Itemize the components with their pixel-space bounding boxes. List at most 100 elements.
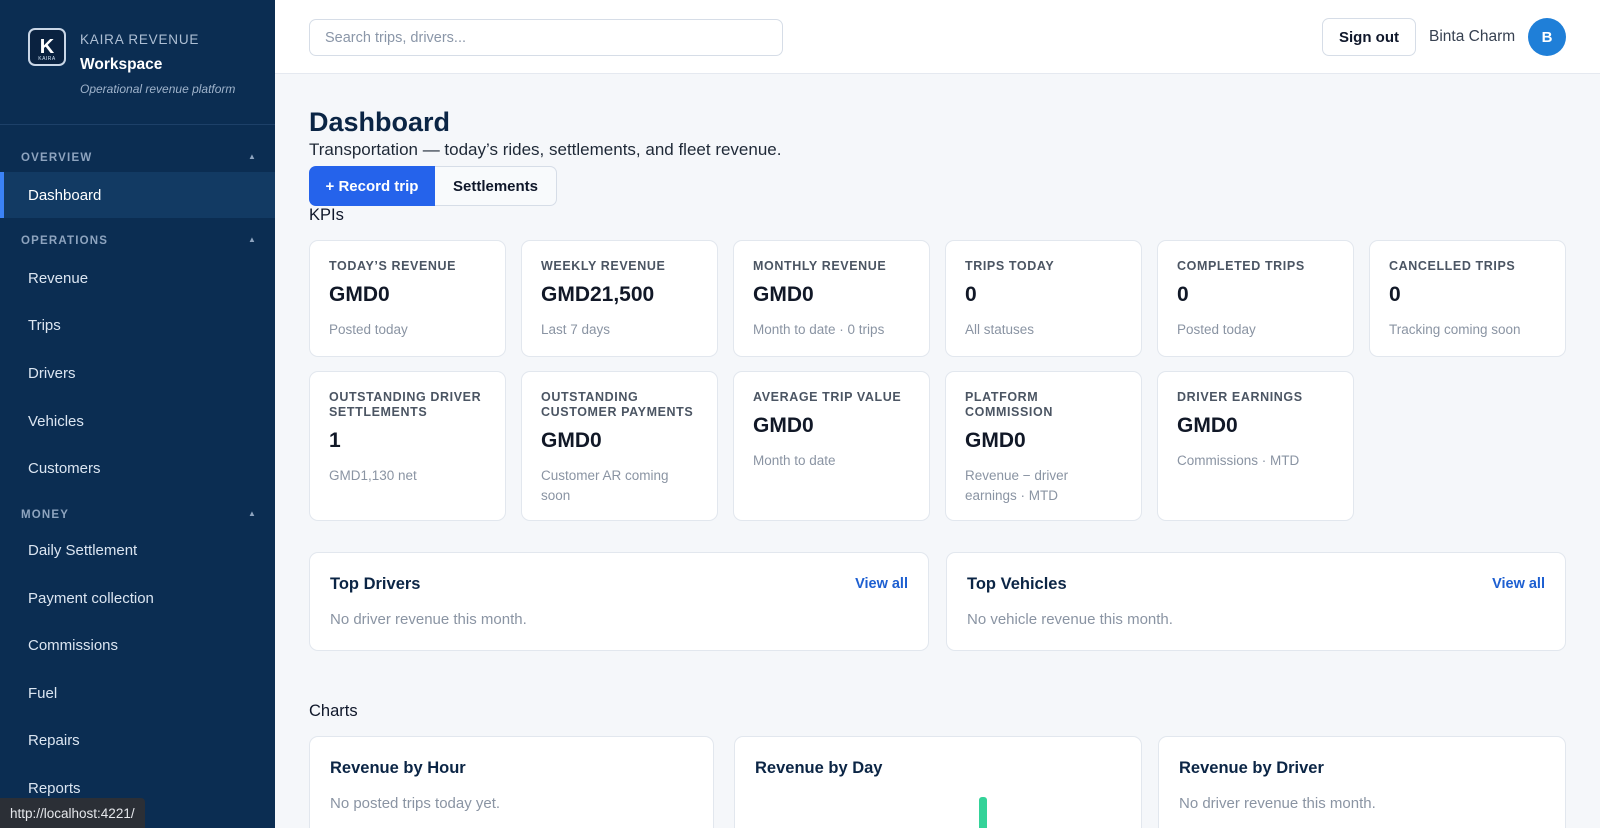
nav-section-overview[interactable]: OVERVIEW	[21, 152, 92, 164]
kpi-card-todays-revenue[interactable]: TODAY’S REVENUE GMD0 Posted today	[309, 240, 506, 357]
kpi-subtext: Month to date · 0 trips	[753, 322, 885, 337]
sidebar-item-label: Trips	[28, 316, 61, 334]
kpi-label: TRIPS TODAY	[965, 259, 1055, 273]
sidebar-item-trips[interactable]: Trips	[0, 302, 275, 348]
kpi-subtext: GMD1,130 net	[329, 468, 417, 483]
kpi-label: DRIVER EARNINGS	[1177, 390, 1303, 404]
sidebar-item-drivers[interactable]: Drivers	[0, 350, 275, 396]
sidebar-item-commissions[interactable]: Commissions	[0, 622, 275, 668]
top-bar: Sign out Binta Charm B	[275, 0, 1600, 74]
avatar[interactable]: B	[1528, 18, 1566, 56]
settlements-button[interactable]: Settlements	[435, 166, 557, 206]
kpi-value: GMD0	[753, 414, 814, 437]
kpi-subtext: Customer AR coming soon	[541, 468, 669, 503]
chart-bar	[979, 797, 987, 828]
brand-tagline: Operational revenue platform	[80, 82, 236, 96]
kpi-card-outstanding-customer-payments[interactable]: OUTSTANDING CUSTOMER PAYMENTS GMD0 Custo…	[521, 371, 718, 521]
view-all-vehicles-link[interactable]: View all	[1492, 576, 1545, 592]
sidebar-item-customers[interactable]: Customers	[0, 445, 275, 491]
sidebar-item-daily-settlement[interactable]: Daily Settlement	[0, 527, 275, 573]
kpi-subtext: Revenue − driver earnings · MTD	[965, 468, 1069, 503]
search-input[interactable]	[309, 19, 783, 56]
workspace-name: Workspace	[80, 56, 163, 73]
revenue-by-driver-chart: Revenue by Driver No driver revenue this…	[1158, 736, 1566, 828]
kpi-card-average-trip-value[interactable]: AVERAGE TRIP VALUE GMD0 Month to date	[733, 371, 930, 521]
caret-up-icon[interactable]: ▲	[248, 509, 256, 518]
empty-state-text: No vehicle revenue this month.	[967, 611, 1173, 628]
kpi-card-outstanding-driver-settlements[interactable]: OUTSTANDING DRIVER SETTLEMENTS 1 GMD1,13…	[309, 371, 506, 521]
kpi-label: TODAY’S REVENUE	[329, 259, 457, 273]
nav-section-money[interactable]: MONEY	[21, 509, 69, 521]
logo-subtext: KAIRA	[38, 56, 56, 62]
kpi-card-cancelled-trips[interactable]: CANCELLED TRIPS 0 Tracking coming soon	[1369, 240, 1566, 357]
kpi-card-weekly-revenue[interactable]: WEEKLY REVENUE GMD21,500 Last 7 days	[521, 240, 718, 357]
sidebar-item-label: Fuel	[28, 684, 58, 702]
sidebar-item-label: Repairs	[28, 731, 80, 749]
nav-section-operations[interactable]: OPERATIONS	[21, 235, 108, 247]
kpi-label: OUTSTANDING CUSTOMER PAYMENTS	[541, 390, 694, 419]
panel-title: Top Drivers	[330, 575, 421, 593]
view-all-drivers-link[interactable]: View all	[855, 576, 908, 592]
kpi-subtext: Posted today	[1177, 322, 1256, 337]
logo-letter: K	[39, 36, 55, 58]
revenue-by-day-chart: Revenue by Day	[734, 736, 1142, 828]
sidebar-item-label: Customers	[28, 459, 101, 477]
kpi-label: OUTSTANDING DRIVER SETTLEMENTS	[329, 390, 482, 419]
page-subtitle: Transportation — today’s rides, settleme…	[309, 140, 782, 159]
sidebar-item-label: Reports	[28, 779, 81, 797]
sidebar-item-vehicles[interactable]: Vehicles	[0, 398, 275, 444]
kpi-value: GMD0	[965, 429, 1026, 452]
kpi-subtext: Posted today	[329, 322, 408, 337]
empty-state-text: No driver revenue this month.	[330, 611, 527, 628]
chart-title: Revenue by Hour	[330, 759, 466, 777]
kpi-card-trips-today[interactable]: TRIPS TODAY 0 All statuses	[945, 240, 1142, 357]
kpi-label: WEEKLY REVENUE	[541, 259, 666, 273]
kpi-card-completed-trips[interactable]: COMPLETED TRIPS 0 Posted today	[1157, 240, 1354, 357]
user-name: Binta Charm	[1429, 28, 1516, 45]
sidebar-item-label: Daily Settlement	[28, 541, 138, 559]
caret-up-icon[interactable]: ▲	[248, 152, 256, 161]
kpi-value: GMD0	[541, 429, 602, 452]
empty-state-text: No posted trips today yet.	[330, 795, 501, 812]
kpi-subtext: All statuses	[965, 322, 1035, 337]
kpi-subtext: Tracking coming soon	[1389, 322, 1521, 337]
chart-title: Revenue by Day	[755, 759, 883, 777]
chart-title: Revenue by Driver	[1179, 759, 1324, 777]
kpi-value: GMD0	[329, 283, 390, 306]
record-trip-button[interactable]: + Record trip	[309, 166, 435, 206]
kpi-value: 0	[1177, 283, 1189, 306]
kpi-value: GMD21,500	[541, 283, 655, 306]
page-title: Dashboard	[309, 107, 451, 137]
kpi-value: GMD0	[1177, 414, 1238, 437]
kpi-value: GMD0	[753, 283, 814, 306]
status-url-tooltip: http://localhost:4221/	[0, 798, 145, 828]
caret-up-icon[interactable]: ▲	[248, 235, 256, 244]
sidebar-item-repairs[interactable]: Repairs	[0, 717, 275, 763]
kpi-subtext: Month to date	[753, 453, 836, 468]
brand-logo[interactable]: K KAIRA	[28, 28, 66, 66]
charts-heading: Charts	[309, 702, 358, 720]
sidebar-item-revenue[interactable]: Revenue	[0, 255, 275, 301]
sidebar-item-payment-collection[interactable]: Payment collection	[0, 575, 275, 621]
kpi-value: 0	[1389, 283, 1401, 306]
sidebar-item-label: Vehicles	[28, 412, 84, 430]
kpi-subtext: Commissions · MTD	[1177, 453, 1300, 468]
sidebar-item-label: Dashboard	[28, 186, 102, 204]
sidebar-item-fuel[interactable]: Fuel	[0, 670, 275, 716]
kpi-label: MONTHLY REVENUE	[753, 259, 887, 273]
kpi-label: COMPLETED TRIPS	[1177, 259, 1305, 273]
kpi-card-platform-commission[interactable]: PLATFORM COMMISSION GMD0 Revenue − drive…	[945, 371, 1142, 521]
empty-state-text: No driver revenue this month.	[1179, 795, 1376, 812]
kpi-label: CANCELLED TRIPS	[1389, 259, 1516, 273]
sidebar-item-dashboard[interactable]: Dashboard	[0, 172, 275, 218]
main-content: Dashboard Transportation — today’s rides…	[275, 74, 1600, 828]
kpi-value: 0	[965, 283, 977, 306]
sidebar-item-label: Drivers	[28, 364, 76, 382]
kpi-card-monthly-revenue[interactable]: MONTHLY REVENUE GMD0 Month to date · 0 t…	[733, 240, 930, 357]
sidebar: K KAIRA KAIRA REVENUE Workspace Operatio…	[0, 0, 275, 828]
kpi-value: 1	[329, 429, 341, 452]
sign-out-button[interactable]: Sign out	[1322, 18, 1416, 56]
kpi-label: PLATFORM COMMISSION	[965, 390, 1053, 419]
kpi-card-driver-earnings[interactable]: DRIVER EARNINGS GMD0 Commissions · MTD	[1157, 371, 1354, 521]
brand-name: KAIRA REVENUE	[80, 32, 200, 47]
